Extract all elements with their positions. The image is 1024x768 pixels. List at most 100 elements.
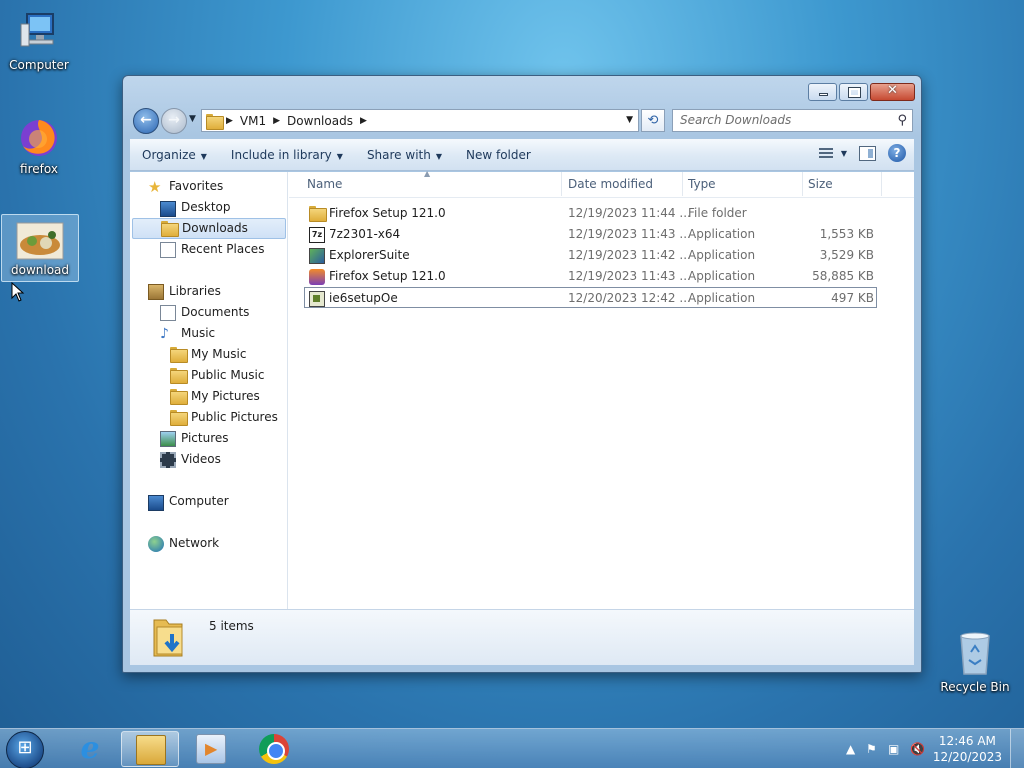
firefox-icon — [15, 112, 63, 160]
file-type: File folder — [688, 206, 747, 220]
nav-videos[interactable]: Videos — [160, 449, 221, 470]
nav-recent-places[interactable]: Recent Places — [160, 239, 264, 260]
nav-public-music[interactable]: Public Music — [170, 365, 264, 386]
downloads-folder-icon — [152, 616, 186, 658]
new-folder-button[interactable]: New folder — [454, 148, 543, 162]
address-history-dropdown[interactable]: ▼ — [626, 115, 633, 125]
taskbar-internet-explorer[interactable]: e — [61, 731, 119, 767]
explorersuite-icon — [309, 247, 325, 264]
show-hidden-icons-icon[interactable]: ▲ — [846, 742, 855, 756]
nav-computer[interactable]: Computer — [148, 491, 229, 512]
search-placeholder: Search Downloads — [680, 113, 792, 127]
taskbar-media-player[interactable] — [182, 731, 240, 767]
minimize-button[interactable] — [808, 83, 837, 101]
close-button[interactable]: ✕ — [870, 83, 915, 101]
breadcrumb-vm1[interactable]: VM1 — [237, 114, 269, 128]
nav-label: Desktop — [181, 200, 231, 214]
computer-icon — [15, 8, 63, 56]
desktop-icon-label: download — [10, 263, 70, 277]
nav-favorites[interactable]: ★ Favorites — [148, 176, 223, 197]
file-name: Firefox Setup 121.0 — [329, 269, 446, 283]
column-header-type[interactable]: Type — [688, 177, 716, 191]
nav-label: Documents — [181, 305, 250, 319]
taskbar-chrome[interactable] — [245, 731, 303, 767]
breadcrumb-downloads[interactable]: Downloads — [284, 114, 356, 128]
nav-label: My Music — [191, 347, 247, 361]
preview-pane-icon[interactable] — [859, 145, 876, 161]
nav-network[interactable]: Network — [148, 533, 219, 554]
column-divider[interactable] — [802, 172, 803, 196]
caret-down-icon: ▼ — [336, 151, 343, 161]
chrome-icon — [259, 734, 289, 764]
file-row-focused[interactable]: ie6setupOe 12/20/2023 12:42 ... Applicat… — [304, 287, 877, 308]
column-divider[interactable] — [682, 172, 683, 196]
clock[interactable]: 12:46 AM 12/20/2023 — [933, 733, 1002, 765]
file-size: 3,529 KB — [819, 248, 874, 262]
column-header-name[interactable]: Name — [307, 177, 342, 191]
taskbar-windows-explorer[interactable] — [121, 731, 179, 767]
network-status-icon[interactable]: ▣ — [888, 742, 899, 756]
search-input[interactable]: Search Downloads ⚲ — [672, 109, 913, 132]
libraries-icon — [148, 283, 164, 300]
nav-downloads[interactable]: Downloads — [132, 218, 286, 239]
desktop-icon-firefox[interactable]: firefox — [0, 112, 78, 176]
nav-pictures[interactable]: Pictures — [160, 428, 229, 449]
address-bar[interactable]: ▶ VM1 ▶ Downloads ▶ ▼ — [201, 109, 639, 132]
downloads-folder-icon — [206, 113, 224, 130]
file-name: ExplorerSuite — [329, 248, 410, 262]
show-desktop-button[interactable] — [1010, 729, 1024, 768]
chevron-right-icon[interactable]: ▶ — [269, 116, 284, 126]
minimize-icon — [819, 93, 828, 96]
volume-muted-icon[interactable]: 🔇 — [910, 742, 925, 756]
folder-icon — [170, 388, 188, 405]
file-row[interactable]: 7z 7z2301-x64 12/19/2023 11:43 ... Applic… — [304, 224, 877, 245]
new-folder-label: New folder — [466, 147, 531, 162]
desktop-icon-computer[interactable]: Computer — [0, 8, 78, 72]
include-in-library-button[interactable]: Include in library ▼ — [219, 148, 355, 162]
share-with-button[interactable]: Share with ▼ — [355, 148, 454, 162]
desktop-icon-recycle-bin[interactable]: Recycle Bin — [936, 630, 1014, 694]
nav-label: Computer — [169, 494, 229, 508]
nav-libraries[interactable]: Libraries — [148, 281, 221, 302]
column-divider[interactable] — [881, 172, 882, 196]
nav-my-music[interactable]: My Music — [170, 344, 246, 365]
chevron-right-icon[interactable]: ▶ — [356, 116, 371, 126]
caret-down-icon[interactable]: ▼ — [841, 149, 847, 158]
forward-button[interactable]: → — [161, 108, 187, 134]
help-icon[interactable]: ? — [888, 144, 906, 162]
file-row[interactable]: Firefox Setup 121.0 12/19/2023 11:44 ...… — [304, 203, 877, 224]
nav-music[interactable]: ♪ Music — [160, 323, 215, 344]
start-button[interactable] — [6, 731, 44, 768]
change-view-button[interactable]: ▼ — [818, 147, 847, 159]
back-button[interactable]: ← — [133, 108, 159, 134]
desktop-icon-download[interactable]: download — [1, 214, 79, 282]
action-center-flag-icon[interactable]: ⚑ — [866, 742, 877, 756]
column-divider[interactable] — [561, 172, 562, 196]
search-icon[interactable]: ⚲ — [897, 110, 907, 131]
music-icon: ♪ — [160, 325, 169, 342]
recent-pages-dropdown[interactable]: ▼ — [189, 114, 196, 124]
recent-places-icon — [160, 241, 176, 258]
documents-icon — [160, 304, 176, 321]
file-type: Application — [688, 227, 756, 241]
file-date: 12/19/2023 11:44 ... — [568, 206, 691, 220]
maximize-button[interactable] — [839, 83, 868, 101]
videos-icon — [160, 451, 176, 468]
desktop-icon-label: firefox — [20, 162, 58, 176]
refresh-button[interactable]: ⟲ — [641, 109, 665, 132]
nav-public-pictures[interactable]: Public Pictures — [170, 407, 278, 428]
chevron-right-icon[interactable]: ▶ — [222, 116, 237, 126]
file-row[interactable]: ExplorerSuite 12/19/2023 11:42 ... Appli… — [304, 245, 877, 266]
recycle-bin-icon — [951, 630, 999, 678]
nav-desktop[interactable]: Desktop — [160, 197, 231, 218]
column-header-size[interactable]: Size — [808, 177, 833, 191]
nav-documents[interactable]: Documents — [160, 302, 249, 323]
explorer-window[interactable]: ✕ ← → ▼ ▶ VM1 ▶ Downloads ▶ ▼ ⟲ Search D… — [122, 75, 922, 673]
organize-button[interactable]: Organize ▼ — [130, 148, 219, 162]
file-date: 12/19/2023 11:43 ... — [568, 227, 691, 241]
details-pane: 5 items — [130, 609, 914, 665]
column-header-date-modified[interactable]: Date modified — [568, 177, 653, 191]
file-row[interactable]: Firefox Setup 121.0 12/19/2023 11:43 ...… — [304, 266, 877, 287]
nav-my-pictures[interactable]: My Pictures — [170, 386, 260, 407]
sort-ascending-icon: ▲ — [424, 169, 431, 178]
